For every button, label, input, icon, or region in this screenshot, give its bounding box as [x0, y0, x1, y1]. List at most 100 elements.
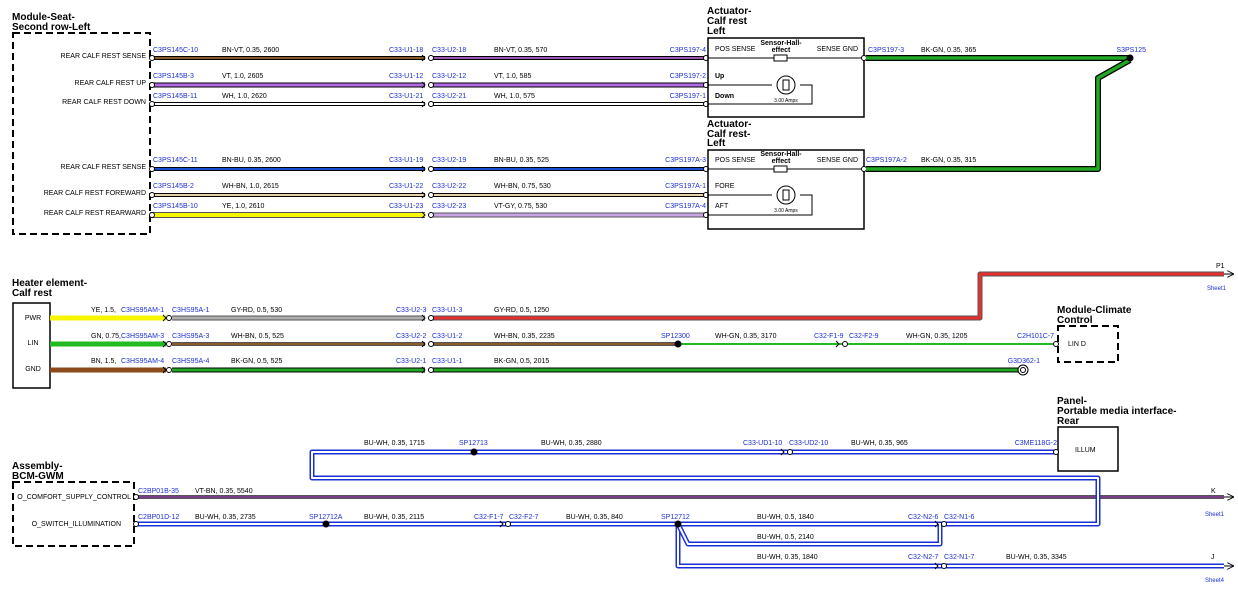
connector-label: C33-U2-22 — [432, 183, 466, 190]
connector-label: C33-U1-3 — [432, 307, 462, 314]
connector-label: C33-U2-2 — [396, 333, 426, 340]
connector-label: C2BP01B-35 — [138, 488, 179, 495]
connector-label: C32-F2-7 — [509, 514, 539, 521]
connector-label: C3PS145C-10 — [153, 47, 198, 54]
connector-label: C3HS95AM-1 — [121, 307, 164, 314]
assembly-bcm-gwm: Assembly- BCM-GWM O_COMFORT_SUPPLY_CONTR… — [12, 461, 135, 547]
wire-label: BK-GN, 0.35, 365 — [921, 47, 976, 54]
connector-label: C3PS197-3 — [868, 47, 904, 54]
amps-label: 3.00 Amps — [774, 208, 798, 214]
actuator-calf-rest-2: Actuator- Calf rest- Left POS SENSE Sens… — [707, 119, 867, 230]
module-seat-title2: Second row-Left — [12, 22, 91, 33]
pin-label: SENSE GND — [817, 157, 858, 164]
wire-label: WH-BN, 0.5, 525 — [231, 333, 284, 340]
wire-label: VT-BN, 0.35, 5540 — [195, 488, 253, 495]
offpage-label: K — [1211, 488, 1216, 495]
connector-label: C3PS145B-2 — [153, 183, 194, 190]
motor-icon — [776, 75, 796, 95]
wire-label: BU-WH, 0.5, 2140 — [757, 534, 814, 541]
panel-portable-media: Panel- Portable media interface- Rear IL… — [1057, 396, 1176, 472]
connector-label: C3PS197A-3 — [665, 157, 706, 164]
connector-label: C3HS95A-3 — [172, 333, 209, 340]
connector-label: C32-N2-6 — [908, 514, 938, 521]
wire-label: BU-WH, 0.35, 2735 — [195, 514, 256, 521]
offpage-sheet: Sheet1 — [1207, 286, 1227, 292]
bcm-title: BCM-GWM — [12, 471, 64, 482]
connector-label: C33-UD1-10 — [743, 440, 782, 447]
splice-label: SP12712 — [661, 514, 690, 521]
connector-label: C3PS145B-10 — [153, 203, 198, 210]
sensor-label: effect — [772, 47, 791, 54]
pin-label: FORE — [715, 183, 735, 190]
wire-label: VT, 1.0, 585 — [494, 73, 531, 80]
wire-label: BU-WH, 0.35, 1715 — [364, 440, 425, 447]
panel-title: Rear — [1057, 416, 1079, 427]
ground-terminal-icon — [1017, 364, 1029, 376]
module-climate-control: Module-Climate Control LIN D — [1057, 305, 1132, 363]
connector-label: C32-N2-7 — [908, 554, 938, 561]
connector-label: C33-U2-3 — [396, 307, 426, 314]
seat-wires: C3PS145C-10 C33-U1-18 C33-U2-18 C3PS197-… — [149, 47, 709, 219]
offpage-label: P1 — [1216, 263, 1225, 270]
connector-label: C3ME118G-2 — [1015, 440, 1057, 447]
connector-label: C3PS197A-2 — [866, 157, 907, 164]
pin-label: GND — [25, 366, 41, 373]
offpage-label: J — [1211, 554, 1215, 561]
wire-label: WH-BN, 0.75, 530 — [494, 183, 551, 190]
connector-label: C33-U1-12 — [389, 73, 423, 80]
pin-label: REAR CALF REST UP — [75, 80, 147, 87]
wire-label: BK-GN, 0.5, 2015 — [494, 358, 549, 365]
connector-label: C33-U2-23 — [432, 203, 466, 210]
connector-label: C3PS197A-4 — [665, 203, 706, 210]
sensor-label: effect — [772, 158, 791, 165]
connector-label: C33-U2-1 — [396, 358, 426, 365]
connector-label: C3HS95A-1 — [172, 307, 209, 314]
wire-label: BK-GN, 0.5, 525 — [231, 358, 282, 365]
actuator-title: Left — [707, 138, 726, 149]
wire-label: BN-VT, 0.35, 2600 — [222, 47, 279, 54]
heater-title: Calf rest — [12, 288, 53, 299]
wire-label: VT, 1.0, 2605 — [222, 73, 263, 80]
connector-label: C3HS95AM-3 — [121, 333, 164, 340]
pin-label: REAR CALF REST REARWARD — [44, 210, 146, 217]
pin-label: LIN — [28, 340, 39, 347]
splice-label: S3PS125 — [1116, 47, 1146, 54]
pin-label: POS SENSE — [715, 46, 756, 53]
connector-label: C32-F1-7 — [474, 514, 504, 521]
offpage-sheet: Sheet1 — [1205, 512, 1225, 518]
sensor-label: Sensor-Hall- — [760, 40, 802, 47]
actuator-calf-rest-1: Actuator- Calf rest Left POS SENSE Senso… — [707, 6, 867, 118]
connector-label: C33-U2-19 — [432, 157, 466, 164]
motor-icon — [776, 185, 796, 205]
wire-label: WH-BN, 0.35, 2235 — [494, 333, 555, 340]
amps-label: 3.00 Amps — [774, 98, 798, 104]
connector-label: C33-U2-12 — [432, 73, 466, 80]
connector-label: C33-U2-21 — [432, 93, 466, 100]
connector-label: C3HS95A-4 — [172, 358, 209, 365]
wire-label: BN-BU, 0.35, 2600 — [222, 157, 281, 164]
splice-label: SP12300 — [661, 333, 690, 340]
pin-label: POS SENSE — [715, 157, 756, 164]
wire-label: BN-VT, 0.35, 570 — [494, 47, 547, 54]
wire-label: WH-BN, 1.0, 2615 — [222, 183, 279, 190]
splice-label: SP12712A — [309, 514, 343, 521]
connector-label: G3D362-1 — [1008, 358, 1040, 365]
wire-label: BU-WH, 0.35, 965 — [851, 440, 908, 447]
pin-label: REAR CALF REST FOREWARD — [44, 190, 146, 197]
connector-label: C32-N1-7 — [944, 554, 974, 561]
ground-wires: C3PS197-3 C3PS197A-2 BK-GN, 0.35, 365 BK… — [866, 47, 1146, 172]
pin-label: AFT — [715, 203, 729, 210]
connector-label: C2BP01D-12 — [138, 514, 179, 521]
climate-title: Control — [1057, 315, 1093, 326]
wire-label: YE, 1.0, 2610 — [222, 203, 265, 210]
wire-label: BN-BU, 0.35, 525 — [494, 157, 549, 164]
connector-label: C33-UD2-10 — [789, 440, 828, 447]
wire-label: BU-WH, 0.35, 840 — [566, 514, 623, 521]
connector-label: C33-U1-23 — [389, 203, 423, 210]
pin-label: Up — [715, 73, 724, 80]
pin-label: REAR CALF REST SENSE — [61, 164, 147, 171]
connector-label: C33-U1-19 — [389, 157, 423, 164]
pin-label: REAR CALF REST SENSE — [61, 53, 147, 60]
sensor-label: Sensor-Hall- — [760, 151, 802, 158]
wire-label: VT-GY, 0.75, 530 — [494, 203, 547, 210]
